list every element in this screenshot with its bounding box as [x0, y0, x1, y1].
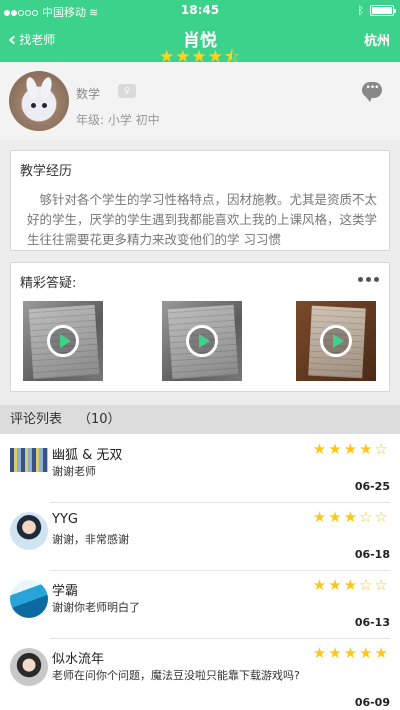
comment-author: 幽狐 & 无双: [52, 448, 123, 463]
status-right: ᛒ: [357, 4, 396, 17]
battery-icon: [370, 5, 396, 16]
comment-rating-stars: ★★★★☆: [312, 440, 390, 458]
teaching-experience-card: 教学经历 够针对各个学生的学习性格特点，因材施教。尤其是资质不太好的学生，厌学的…: [10, 150, 390, 251]
list-item[interactable]: 似水流年 老师在问你个问题，魔法豆没啦只能靠下载游戏吗? ★★★★★ 06-09: [0, 638, 400, 710]
list-item[interactable]: 幽狐 & 无双 谢谢老师 ★★★★☆ 06-25: [0, 434, 400, 502]
bluetooth-icon: ᛒ: [357, 4, 364, 17]
featured-answers-card: 精彩答疑:: [10, 262, 390, 392]
comment-text: 谢谢你老师明白了: [52, 601, 140, 614]
experience-title: 教学经历: [20, 164, 73, 179]
experience-text: 够针对各个学生的学习性格特点，因材施教。尤其是资质不太好的学生，厌学的学生遇到我…: [27, 192, 378, 247]
avatar: [10, 448, 48, 472]
teacher-profile: 数学 ♀ 年级: 小学 初中 •••: [0, 62, 400, 140]
gender-icon: ♀: [118, 84, 136, 98]
status-time: 18:45: [180, 3, 220, 17]
answer-video[interactable]: [23, 301, 103, 381]
comment-date: 06-25: [354, 480, 390, 493]
play-icon: [47, 325, 79, 357]
comment-text: 老师在问你个问题，魔法豆没啦只能靠下载游戏吗?: [52, 669, 300, 682]
comments-header-label: 评论列表: [10, 412, 63, 427]
comment-rating-stars: ★★★☆☆: [312, 576, 390, 594]
avatar: [10, 648, 48, 686]
more-icon[interactable]: [358, 277, 379, 282]
nav-bar: ‹ 找老师 肖悦 ★★★★⯪ 杭州: [0, 22, 400, 67]
comment-list: 幽狐 & 无双 谢谢老师 ★★★★☆ 06-25 YYG 谢谢，非常感谢 ★★★…: [0, 434, 400, 710]
comments-header: 评论列表 （10）: [0, 405, 400, 434]
answer-video[interactable]: [296, 301, 376, 381]
avatar: [10, 512, 48, 550]
comment-date: 06-09: [354, 696, 390, 709]
answer-video[interactable]: [162, 301, 242, 381]
chat-icon[interactable]: •••: [362, 82, 382, 102]
comment-author: 似水流年: [52, 652, 105, 667]
play-icon: [186, 325, 218, 357]
comment-date: 06-18: [354, 548, 390, 561]
play-icon: [320, 325, 352, 357]
list-item[interactable]: 学霸 谢谢你老师明白了 ★★★☆☆ 06-13: [0, 570, 400, 638]
city-selector[interactable]: 杭州: [364, 30, 390, 49]
comment-text: 谢谢，非常感谢: [52, 533, 129, 546]
comment-text: 谢谢老师: [52, 465, 96, 478]
status-bar: 中国移动 ≋ 18:45 ᛒ: [0, 0, 400, 22]
comment-rating-stars: ★★★★★: [312, 644, 390, 662]
list-item[interactable]: YYG 谢谢，非常感谢 ★★★☆☆ 06-18: [0, 502, 400, 570]
comment-date: 06-13: [354, 616, 390, 629]
grade-label: 年级: 小学 初中: [76, 113, 160, 127]
comment-author: YYG: [52, 512, 78, 527]
comment-rating-stars: ★★★☆☆: [312, 508, 390, 526]
avatar: [10, 580, 48, 618]
avatar[interactable]: [9, 71, 69, 131]
answers-title: 精彩答疑:: [20, 276, 77, 291]
comment-author: 学霸: [52, 584, 79, 599]
subject-label: 数学: [76, 87, 101, 101]
comments-count: （10）: [78, 412, 121, 427]
